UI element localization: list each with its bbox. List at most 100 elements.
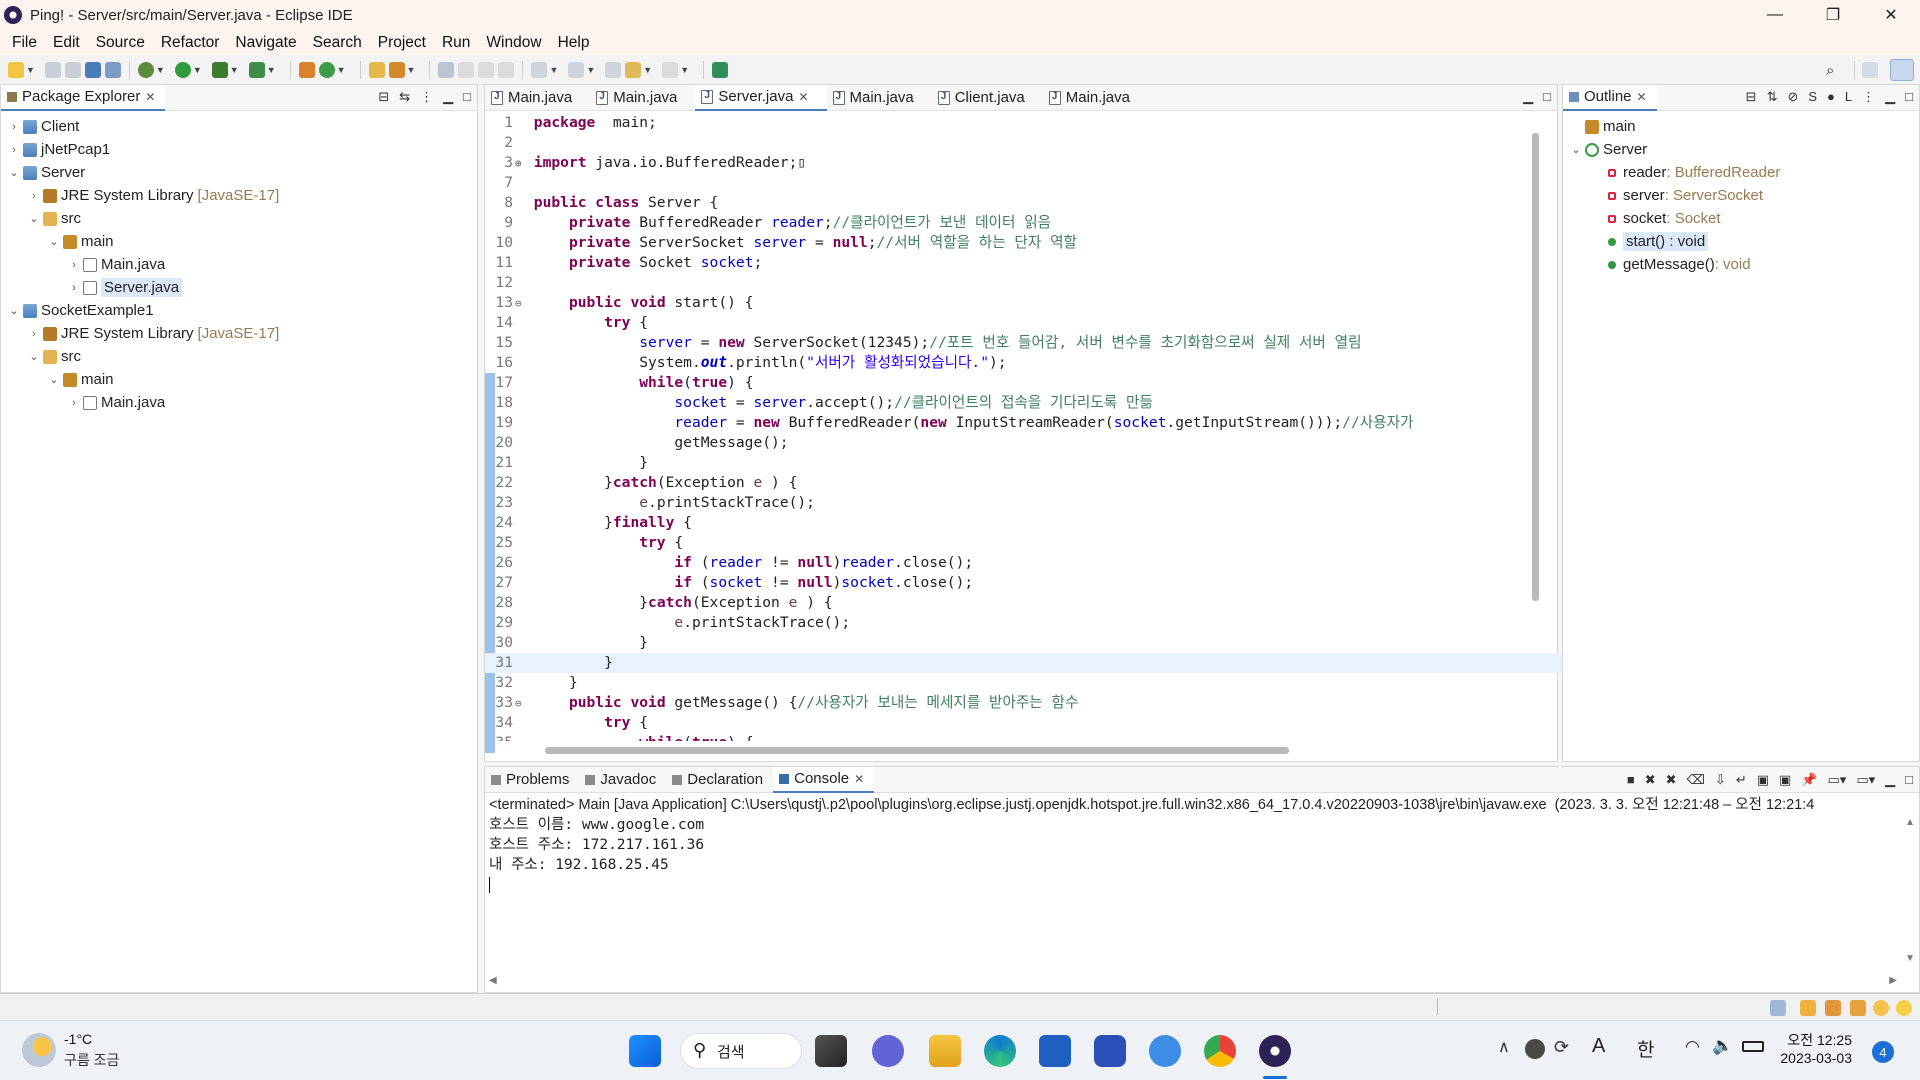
tab-problems[interactable]: Problems [485, 767, 579, 793]
run-icon[interactable] [174, 61, 191, 78]
chevron-down-icon[interactable]: ⌄ [47, 373, 61, 386]
link-editor-icon[interactable]: ⇆ [399, 89, 410, 105]
menu-window[interactable]: Window [478, 34, 549, 52]
chevron-down-icon[interactable]: ⌄ [47, 235, 61, 248]
maximize-view-icon[interactable]: □ [463, 89, 471, 105]
chevron-right-icon[interactable]: › [67, 282, 81, 294]
fold-icon[interactable]: ⊖ [515, 694, 525, 714]
show-on-output-icon[interactable]: ▣ [1757, 772, 1769, 788]
tree-item[interactable]: start() : void [1563, 230, 1919, 253]
menu-edit[interactable]: Edit [45, 34, 88, 52]
file-explorer-icon[interactable] [929, 1035, 961, 1067]
code-line[interactable]: 27 if (socket != null)socket.close(); [485, 573, 1570, 593]
last-edit-icon[interactable] [605, 61, 622, 78]
chrome-icon[interactable] [1204, 1035, 1236, 1067]
minimize-view-icon[interactable]: ▁ [1885, 89, 1895, 105]
maximize-editor-icon[interactable]: □ [1543, 89, 1551, 105]
hide-fields-icon[interactable]: ⊘ [1787, 89, 1798, 105]
tree-item[interactable]: › Main.java [1, 391, 477, 414]
chevron-right-icon[interactable]: › [7, 144, 21, 156]
tree-item[interactable]: socket : Socket [1563, 207, 1919, 230]
code-line[interactable]: 17 while(true) { [485, 373, 1570, 393]
tray-app-icon[interactable] [1525, 1039, 1545, 1059]
code-line[interactable]: 33 ⊖ public void getMessage() {//사용자가 보내는… [485, 693, 1570, 713]
editor-tab[interactable]: Client.java [932, 85, 1043, 111]
task-view-icon[interactable] [815, 1035, 847, 1067]
code-line[interactable]: 24 }finally { [485, 513, 1570, 533]
open-type-icon[interactable] [368, 61, 385, 78]
messenger-icon[interactable] [1149, 1035, 1181, 1067]
code-line[interactable]: 13 ⊖ public void start() { [485, 293, 1570, 313]
tab-javadoc[interactable]: Javadoc [579, 767, 666, 793]
windows-start-icon[interactable] [629, 1035, 661, 1067]
open-perspective-icon[interactable] [1862, 62, 1878, 78]
tree-item[interactable]: › jNetPcap1 [1, 138, 477, 161]
minimize-button[interactable]: — [1746, 0, 1804, 30]
java-perspective-icon[interactable] [1890, 59, 1914, 81]
restore-button[interactable]: ❐ [1804, 0, 1862, 30]
scroll-left-icon[interactable]: ◀ [489, 975, 497, 986]
back-icon[interactable] [625, 61, 642, 78]
clock-time[interactable]: 오전 12:25 [1772, 1030, 1852, 1050]
annotation-next-icon[interactable] [438, 61, 455, 78]
close-icon[interactable]: ✕ [145, 90, 155, 104]
chevron-down-icon[interactable]: ⌄ [7, 166, 21, 179]
code-line[interactable]: 32 } [485, 673, 1570, 693]
mark-occurrences-icon[interactable] [458, 61, 475, 78]
weather-temp[interactable]: -1°C [64, 1031, 92, 1047]
tab-console[interactable]: Console ✕ [773, 766, 875, 793]
tab-declaration[interactable]: Declaration [666, 767, 773, 793]
chevron-down-icon[interactable]: ⌄ [27, 350, 41, 363]
chevron-right-icon[interactable]: › [67, 259, 81, 271]
tree-item[interactable]: › Client [1, 115, 477, 138]
code-line[interactable]: 10 private ServerSocket server = null;//… [485, 233, 1570, 253]
clear-console-icon[interactable]: ⌫ [1687, 772, 1705, 788]
code-line[interactable]: 29 e.printStackTrace(); [485, 613, 1570, 633]
scroll-lock-icon[interactable]: ⇩ [1715, 772, 1726, 788]
save-icon[interactable] [44, 61, 61, 78]
new-java-package-icon[interactable] [298, 61, 315, 78]
tree-item[interactable]: ⌄ SocketExample1 [1, 299, 477, 322]
minimize-view-icon[interactable]: ▁ [443, 89, 453, 105]
code-line[interactable]: 31 } [485, 653, 1570, 673]
code-line[interactable]: 22 }catch(Exception e ) { [485, 473, 1570, 493]
teams-chat-icon[interactable] [872, 1035, 904, 1067]
code-line[interactable]: 1 package main; [485, 113, 1570, 133]
chevron-down-icon[interactable]: ⌄ [27, 212, 41, 225]
show-on-error-icon[interactable]: ▣ [1779, 772, 1791, 788]
tree-item[interactable]: › JRE System Library [JavaSE-17] [1, 322, 477, 345]
code-line[interactable]: 2 [485, 133, 1570, 153]
code-line[interactable]: 19 reader = new BufferedReader(new Input… [485, 413, 1570, 433]
minimize-view-icon[interactable]: ▁ [1885, 772, 1895, 788]
hide-nonpublic-icon[interactable]: ● [1827, 89, 1835, 105]
scroll-down-icon[interactable]: ▼ [1905, 953, 1915, 964]
code-line[interactable]: 28 }catch(Exception e ) { [485, 593, 1570, 613]
next-annotation-icon[interactable] [531, 61, 548, 78]
forward-icon[interactable] [662, 61, 679, 78]
menu-source[interactable]: Source [88, 34, 153, 52]
fold-icon[interactable]: ⊕ [515, 154, 525, 174]
edit-icon[interactable] [1850, 1000, 1866, 1016]
close-icon[interactable]: ✕ [1637, 90, 1647, 104]
terminate-icon[interactable]: ■ [1627, 772, 1635, 788]
tab-outline[interactable]: Outline ✕ [1563, 84, 1657, 111]
view-menu-icon[interactable]: ⋮ [1862, 89, 1875, 105]
horizontal-scrollbar[interactable] [545, 747, 1289, 754]
battery-icon[interactable] [1742, 1041, 1764, 1052]
code-line[interactable]: 35 while(true) { [485, 733, 1570, 741]
maximize-view-icon[interactable]: □ [1905, 89, 1913, 105]
console-output[interactable]: <terminated> Main [Java Application] C:\… [489, 795, 1899, 895]
terminal-icon[interactable] [84, 61, 101, 78]
chevron-down-icon[interactable]: ⌄ [1569, 143, 1583, 156]
fold-icon[interactable]: ⊖ [515, 294, 525, 314]
app-icon[interactable] [1094, 1035, 1126, 1067]
eclipse-taskbar-icon[interactable] [1259, 1035, 1291, 1067]
editor-tab[interactable]: Main.java [485, 85, 590, 111]
menu-navigate[interactable]: Navigate [227, 34, 304, 52]
tree-item[interactable]: ⌄ src [1, 345, 477, 368]
coverage-icon[interactable] [211, 61, 228, 78]
debug-icon[interactable] [137, 61, 154, 78]
close-icon[interactable]: ✕ [798, 90, 808, 104]
pin-editor-icon[interactable] [712, 61, 729, 78]
menu-refactor[interactable]: Refactor [153, 34, 228, 52]
